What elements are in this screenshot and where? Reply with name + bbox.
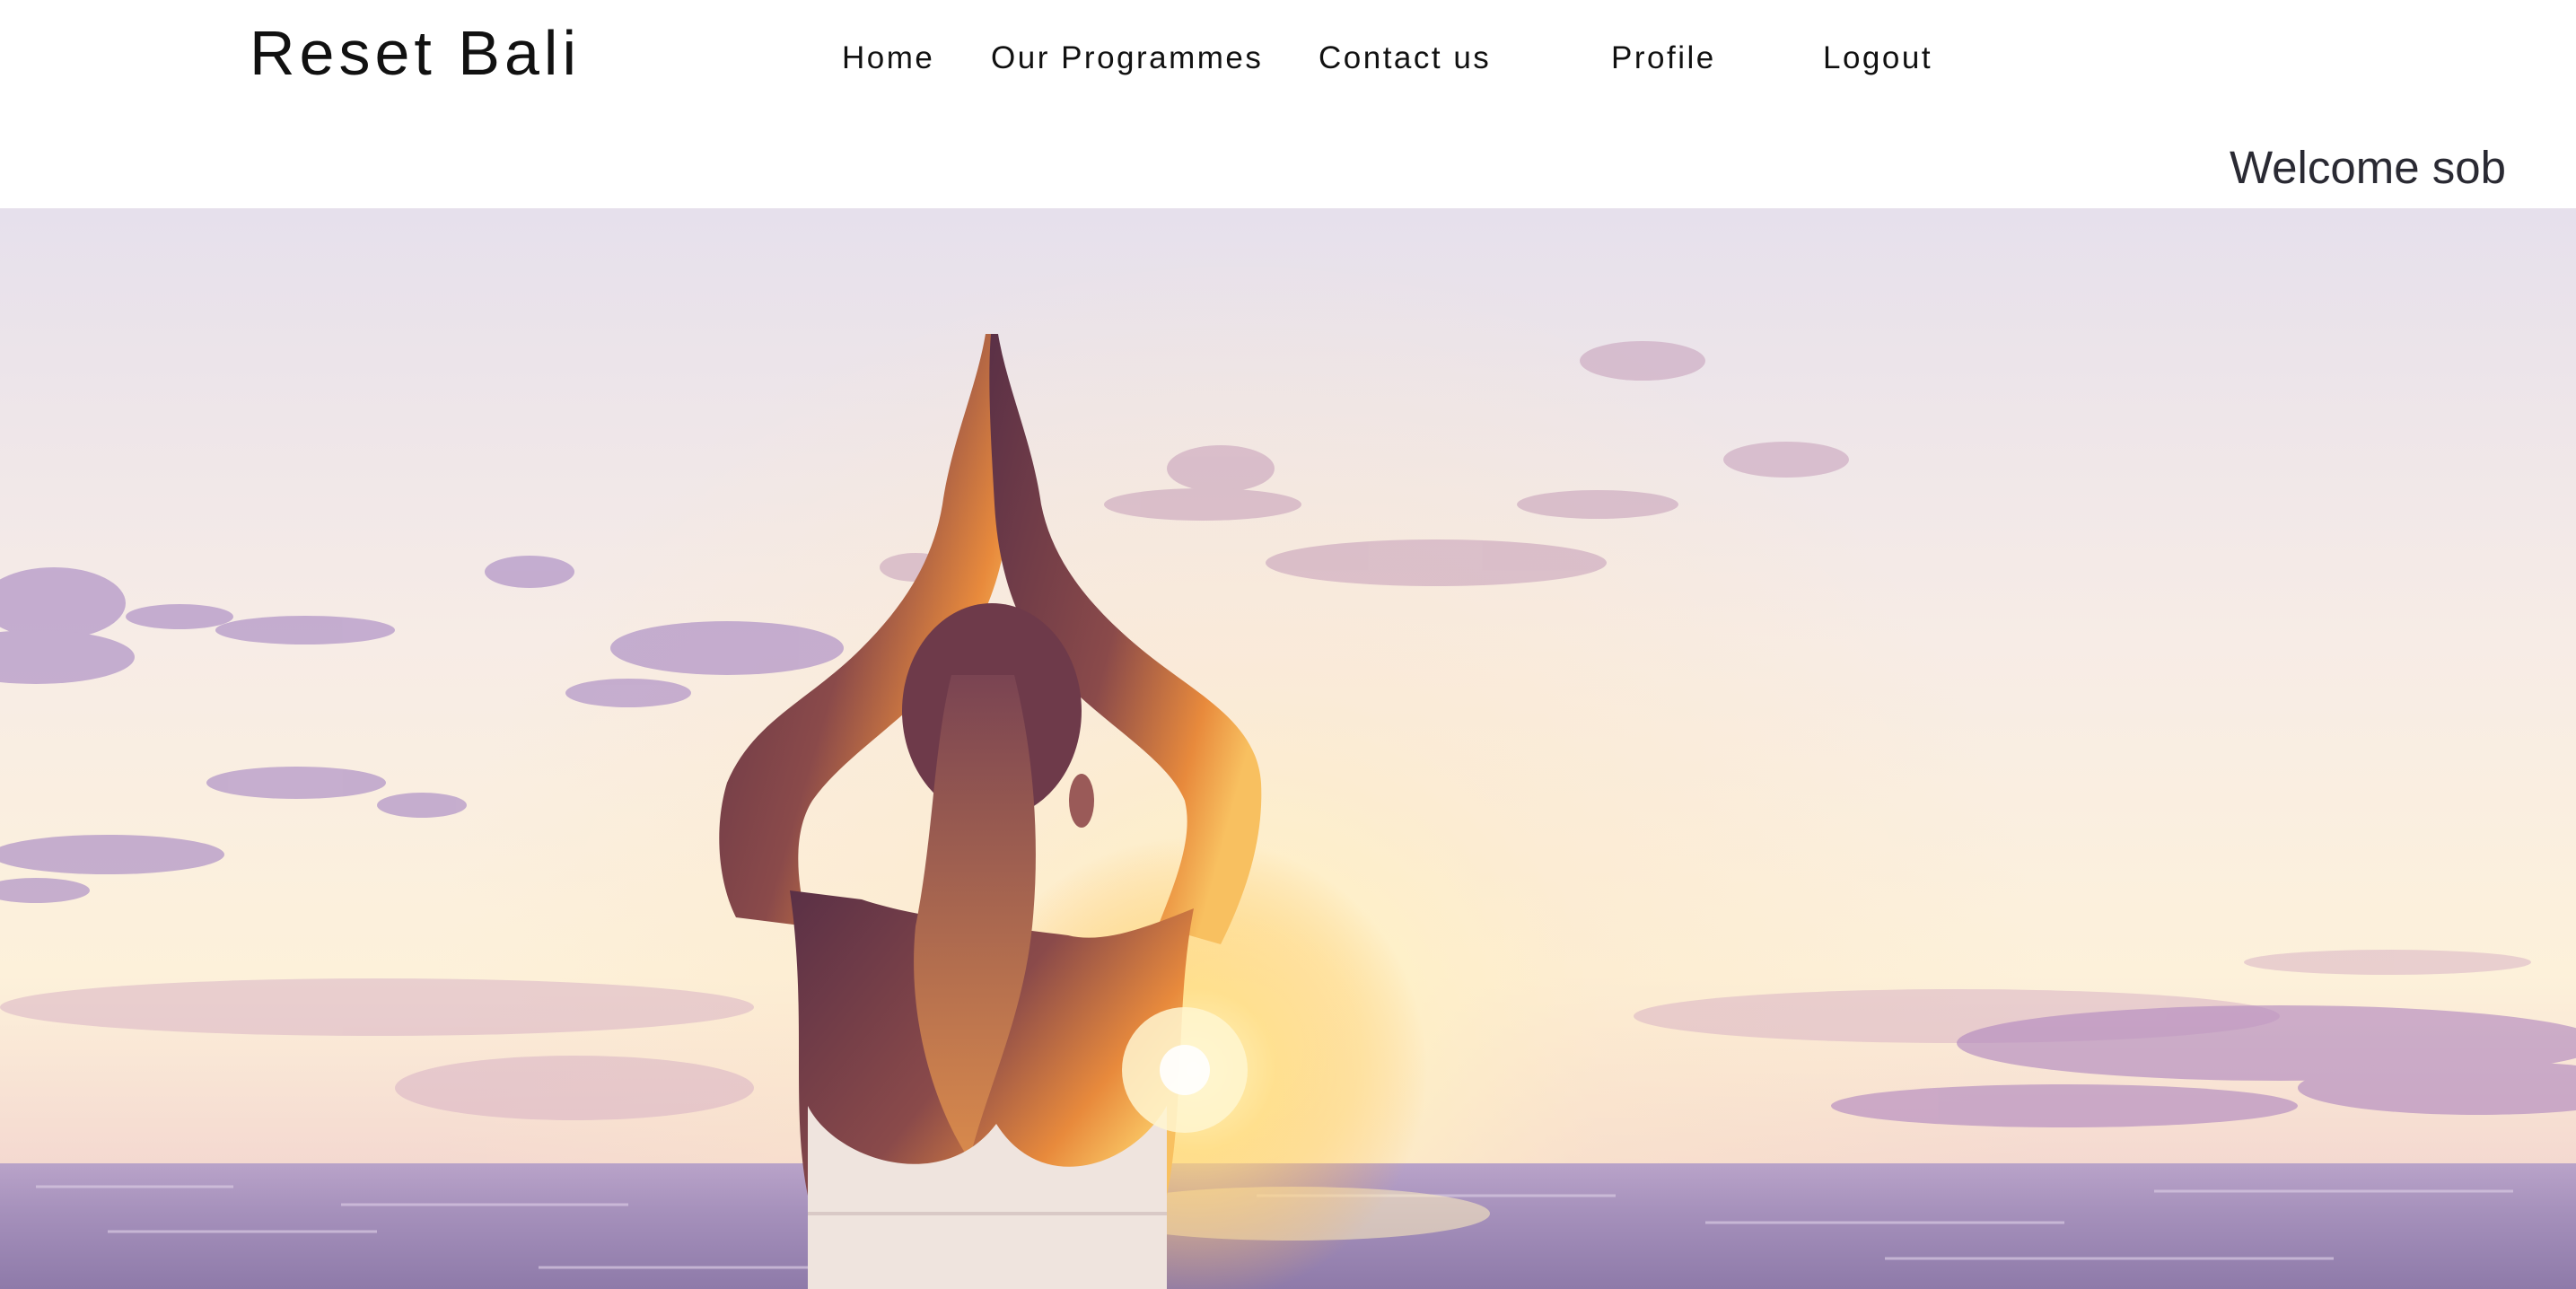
hero-image	[0, 208, 2576, 1289]
nav-home-link[interactable]: Home	[842, 36, 934, 81]
nav-programmes-link[interactable]: Our Programmes	[991, 36, 1263, 81]
welcome-message: Welcome sob	[2229, 142, 2506, 193]
nav-contact-link[interactable]: Contact us	[1319, 36, 1491, 81]
nav-logout-link[interactable]: Logout	[1823, 36, 1932, 81]
site-header: Reset Bali Home Our Programmes Contact u…	[0, 0, 2576, 208]
nav-profile-link[interactable]: Profile	[1611, 36, 1716, 81]
hero-yoga-sunset-illustration	[0, 208, 2576, 1289]
brand-logo[interactable]: Reset Bali	[250, 13, 581, 93]
